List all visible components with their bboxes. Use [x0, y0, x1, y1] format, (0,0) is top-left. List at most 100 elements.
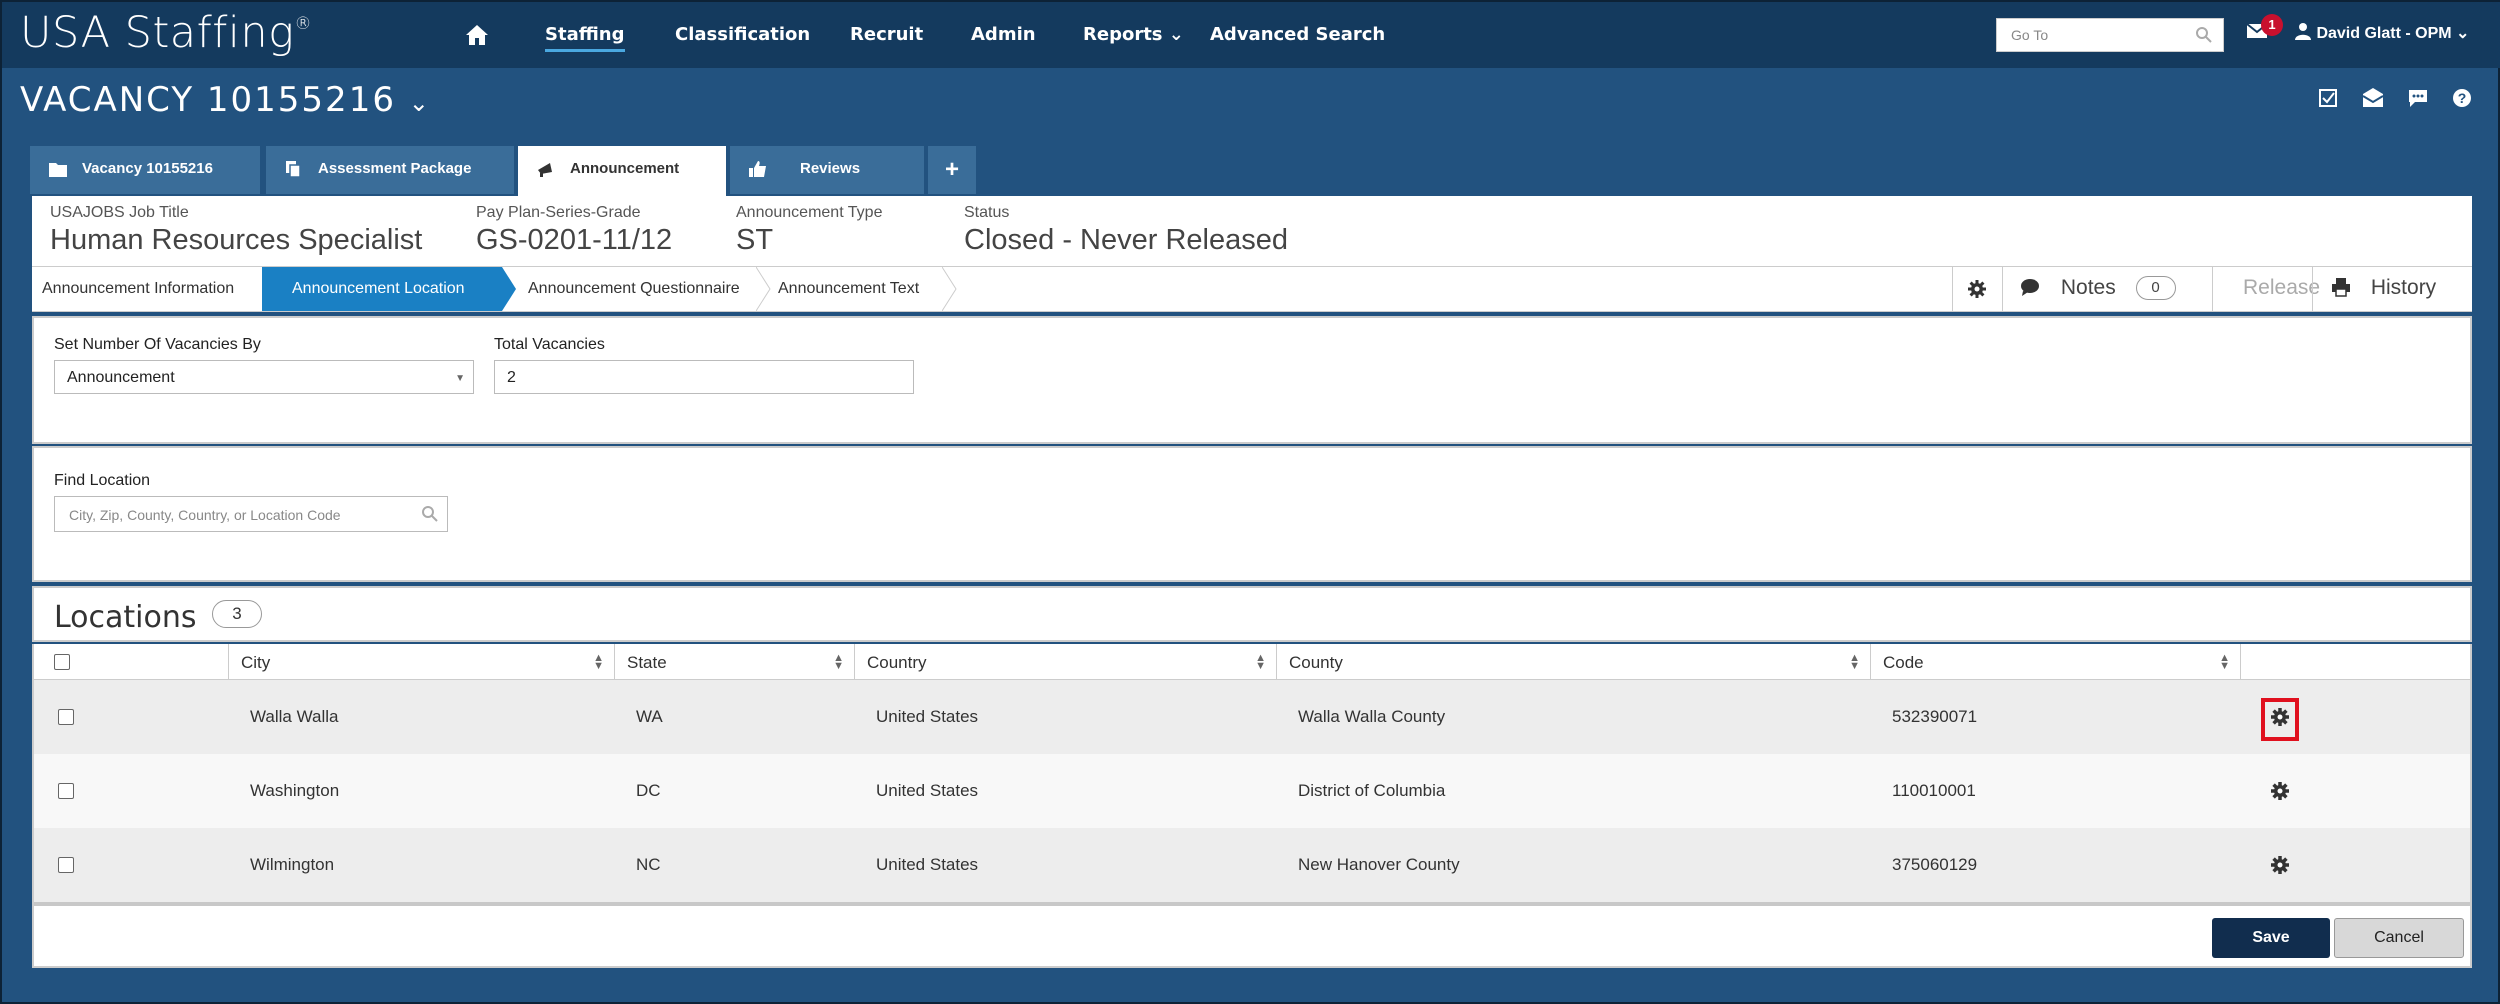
table-row: Walla Walla WA United States Walla Walla…	[34, 680, 2470, 754]
settings-button[interactable]	[1952, 267, 2002, 311]
locations-table: City ▲ ▼ State ▲ ▼ Country ▲ ▼ County ▲ ▼ Code ▲ ▼…	[32, 644, 2472, 908]
tab-announcement-label: Announcement	[570, 160, 680, 177]
column-country[interactable]: Country ▲ ▼	[854, 644, 1276, 680]
sort-icon: ▲ ▼	[1255, 652, 1266, 672]
vacancy-title[interactable]: VACANCY 10155216 ⌄	[20, 80, 431, 120]
megaphone-icon	[536, 160, 556, 182]
grade-value: GS-0201-11/12	[476, 224, 673, 256]
vacancies-panel: Set Number Of Vacancies By Announcement …	[32, 316, 2472, 444]
checklist-icon[interactable]	[2318, 88, 2338, 113]
cell-city: Wilmington	[250, 855, 335, 874]
find-location-label: Find Location	[54, 472, 151, 489]
column-country-label: Country	[867, 653, 927, 672]
column-code-label: Code	[1883, 653, 1924, 672]
printer-icon	[2331, 276, 2351, 299]
gear-icon	[1967, 280, 1987, 304]
step-announcement-text[interactable]: Announcement Text	[778, 267, 958, 311]
step-arrow	[502, 267, 516, 311]
cell-state: DC	[636, 781, 661, 800]
column-county-label: County	[1289, 653, 1343, 672]
row-checkbox[interactable]	[58, 857, 74, 873]
goto-placeholder: Go To	[2011, 27, 2049, 43]
row-checkbox[interactable]	[58, 709, 74, 725]
cell-code: 110010001	[1892, 781, 1976, 800]
comment-icon[interactable]	[2407, 88, 2429, 113]
home-icon[interactable]	[464, 22, 490, 48]
column-state[interactable]: State ▲ ▼	[614, 644, 854, 680]
row-settings-gear-icon[interactable]	[2270, 855, 2290, 880]
nav-admin[interactable]: Admin	[971, 24, 1036, 45]
user-icon	[2294, 23, 2316, 42]
cell-city: Washington	[250, 781, 340, 800]
notes-count: 0	[2135, 276, 2176, 300]
column-city-label: City	[241, 653, 271, 672]
user-name: David Glatt - OPM	[2316, 25, 2452, 42]
cancel-button[interactable]: Cancel	[2334, 918, 2464, 958]
cell-code: 532390071	[1892, 707, 1978, 726]
column-code[interactable]: Code ▲ ▼	[1870, 644, 2240, 680]
select-all-checkbox[interactable]	[54, 654, 70, 670]
add-tab-button[interactable]: +	[928, 146, 976, 194]
step-navigation: Announcement Information Announcement Lo…	[32, 266, 2472, 312]
tab-assessment-label: Assessment Package	[318, 160, 472, 177]
tab-reviews[interactable]: Reviews	[730, 146, 924, 194]
tab-assessment-package[interactable]: Assessment Package	[266, 146, 514, 194]
column-city[interactable]: City ▲ ▼	[228, 644, 614, 680]
tab-reviews-label: Reviews	[800, 160, 861, 177]
step-announcement-questionnaire[interactable]: Announcement Questionnaire	[518, 267, 786, 311]
chevron-down-icon: ⌄	[2456, 25, 2470, 42]
job-title-label: USAJOBS Job Title	[50, 204, 189, 221]
column-county[interactable]: County ▲ ▼	[1276, 644, 1870, 680]
row-checkbox[interactable]	[58, 783, 74, 799]
step-announcement-information[interactable]: Announcement Information	[42, 267, 270, 311]
column-state-label: State	[627, 653, 667, 672]
search-icon	[421, 505, 439, 526]
caret-down-icon: ▼	[455, 373, 465, 384]
comment-icon	[2019, 276, 2041, 299]
step-announcement-location[interactable]: Announcement Location	[262, 267, 502, 311]
step-divider	[942, 267, 957, 311]
chevron-down-icon: ⌄	[408, 89, 431, 117]
sort-icon: ▲ ▼	[593, 652, 604, 672]
help-icon[interactable]: ?	[2452, 88, 2472, 113]
status-label: Status	[964, 204, 1010, 221]
cell-country: United States	[876, 707, 979, 726]
goto-search-input[interactable]: Go To	[1996, 18, 2224, 52]
row-settings-gear-icon[interactable]	[2270, 781, 2290, 806]
type-field: Announcement Type ST	[736, 204, 882, 257]
set-by-select[interactable]: Announcement ▼	[54, 360, 474, 394]
tab-announcement[interactable]: Announcement	[518, 146, 726, 198]
nav-classification[interactable]: Classification	[675, 24, 810, 45]
sort-icon: ▲ ▼	[1849, 652, 1860, 672]
find-location-input[interactable]: City, Zip, County, Country, or Location …	[54, 496, 448, 532]
search-icon	[2195, 26, 2213, 47]
nav-advanced-search[interactable]: Advanced Search	[1210, 24, 1385, 45]
envelope-icon[interactable]	[2362, 88, 2384, 113]
grade-label: Pay Plan-Series-Grade	[476, 204, 641, 221]
step-divider	[756, 267, 771, 311]
save-button[interactable]: Save	[2212, 918, 2330, 958]
folder-icon	[48, 160, 68, 182]
logo[interactable]: USA Staffing®	[20, 8, 312, 58]
user-menu[interactable]: David Glatt - OPM ⌄	[2294, 22, 2469, 43]
tab-vacancy[interactable]: Vacancy 10155216	[30, 146, 260, 194]
svg-text:?: ?	[2458, 90, 2467, 106]
history-button[interactable]: History	[2312, 267, 2472, 311]
total-vacancies-input[interactable]: 2	[494, 360, 914, 394]
status-value: Closed - Never Released	[964, 224, 1288, 256]
nav-staffing[interactable]: Staffing	[545, 24, 625, 52]
locations-count: 3	[212, 600, 262, 628]
nav-reports[interactable]: Reports ⌄	[1083, 24, 1184, 45]
locations-title: Locations	[54, 600, 197, 635]
sort-icon: ▲ ▼	[2219, 652, 2230, 672]
row-settings-gear-icon[interactable]	[2261, 698, 2299, 741]
form-footer: Save Cancel	[32, 906, 2472, 968]
copy-icon	[284, 160, 302, 182]
nav-recruit[interactable]: Recruit	[850, 24, 923, 45]
table-header: City ▲ ▼ State ▲ ▼ Country ▲ ▼ County ▲ ▼ Code ▲ ▼	[34, 644, 2470, 680]
set-by-value: Announcement	[67, 369, 175, 386]
cell-country: United States	[876, 855, 979, 874]
cell-country: United States	[876, 781, 979, 800]
tab-vacancy-label: Vacancy 10155216	[82, 160, 213, 177]
notes-label: Notes	[2060, 276, 2116, 299]
